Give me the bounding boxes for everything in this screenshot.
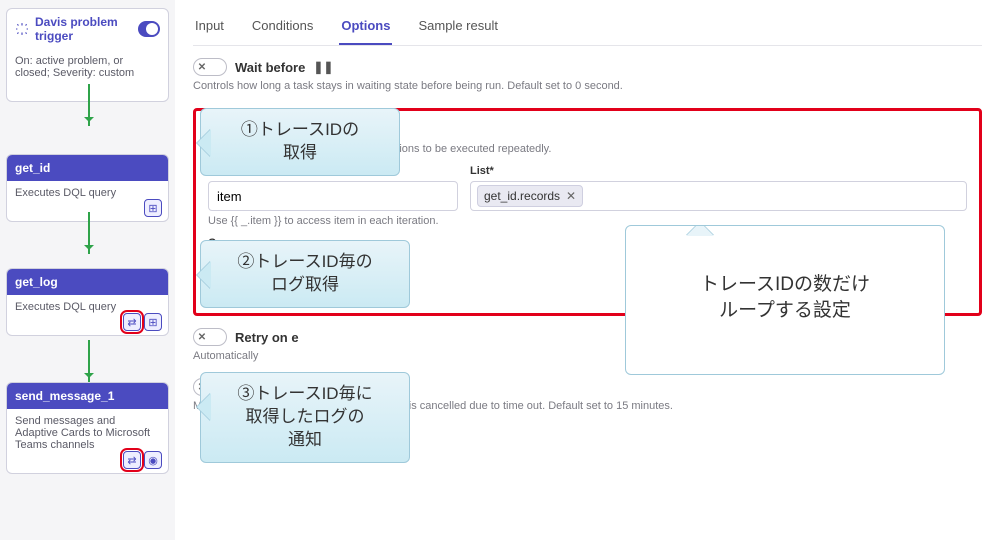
list-chip[interactable]: get_id.records ✕ bbox=[477, 185, 583, 207]
node-desc: Executes DQL query bbox=[15, 187, 116, 199]
list-input[interactable]: get_id.records ✕ bbox=[470, 181, 967, 211]
wait-desc: Controls how long a task stays in waitin… bbox=[193, 80, 982, 92]
tab-options[interactable]: Options bbox=[339, 12, 392, 45]
node-send-message[interactable]: send_message_1 Send messages and Adaptiv… bbox=[6, 382, 169, 474]
node-title: send_message_1 bbox=[15, 389, 114, 403]
loop-icon: ⇄ bbox=[123, 313, 141, 331]
callout-3: ③トレースID毎に 取得したログの 通知 bbox=[200, 372, 410, 463]
retry-title: Retry on e bbox=[235, 330, 299, 345]
tab-input[interactable]: Input bbox=[193, 12, 226, 45]
wait-before-section: ✕ Wait before ❚❚ Controls how long a tas… bbox=[193, 58, 982, 92]
callout-1: ①トレースIDの 取得 bbox=[200, 108, 400, 176]
panel-tabs: Input Conditions Options Sample result bbox=[193, 8, 982, 46]
pause-icon: ❚❚ bbox=[313, 60, 333, 74]
trigger-title: Davis problem trigger bbox=[35, 15, 126, 43]
callout-2: ②トレースID毎の ログ取得 bbox=[200, 240, 410, 308]
database-icon: ⊞ bbox=[144, 313, 162, 331]
trigger-icon bbox=[15, 22, 29, 36]
retry-toggle[interactable]: ✕ bbox=[193, 328, 227, 346]
node-desc: Executes DQL query bbox=[15, 301, 116, 313]
node-get-log[interactable]: get_log Executes DQL query ⇄ ⊞ bbox=[6, 268, 169, 336]
wait-title: Wait before bbox=[235, 60, 305, 75]
flow-arrow bbox=[88, 84, 90, 126]
callout-loop-setting: トレースIDの数だけ ループする設定 bbox=[625, 225, 945, 375]
remove-chip-icon[interactable]: ✕ bbox=[566, 189, 576, 203]
list-label: List* bbox=[470, 165, 967, 177]
loop-icon: ⇄ bbox=[123, 451, 141, 469]
flow-arrow bbox=[88, 212, 90, 254]
wait-toggle[interactable]: ✕ bbox=[193, 58, 227, 76]
trigger-toggle[interactable] bbox=[138, 21, 160, 37]
node-title: get_log bbox=[15, 275, 58, 289]
node-desc: Send messages and Adaptive Cards to Micr… bbox=[15, 415, 150, 451]
item-var-input[interactable] bbox=[208, 181, 458, 211]
flow-arrow bbox=[88, 340, 90, 382]
database-icon: ⊞ bbox=[144, 199, 162, 217]
node-title: get_id bbox=[15, 161, 50, 175]
tab-conditions[interactable]: Conditions bbox=[250, 12, 315, 45]
tab-sample-result[interactable]: Sample result bbox=[416, 12, 499, 45]
workflow-canvas: Davis problem trigger On: active problem… bbox=[0, 0, 175, 540]
teams-icon: ◉ bbox=[144, 451, 162, 469]
